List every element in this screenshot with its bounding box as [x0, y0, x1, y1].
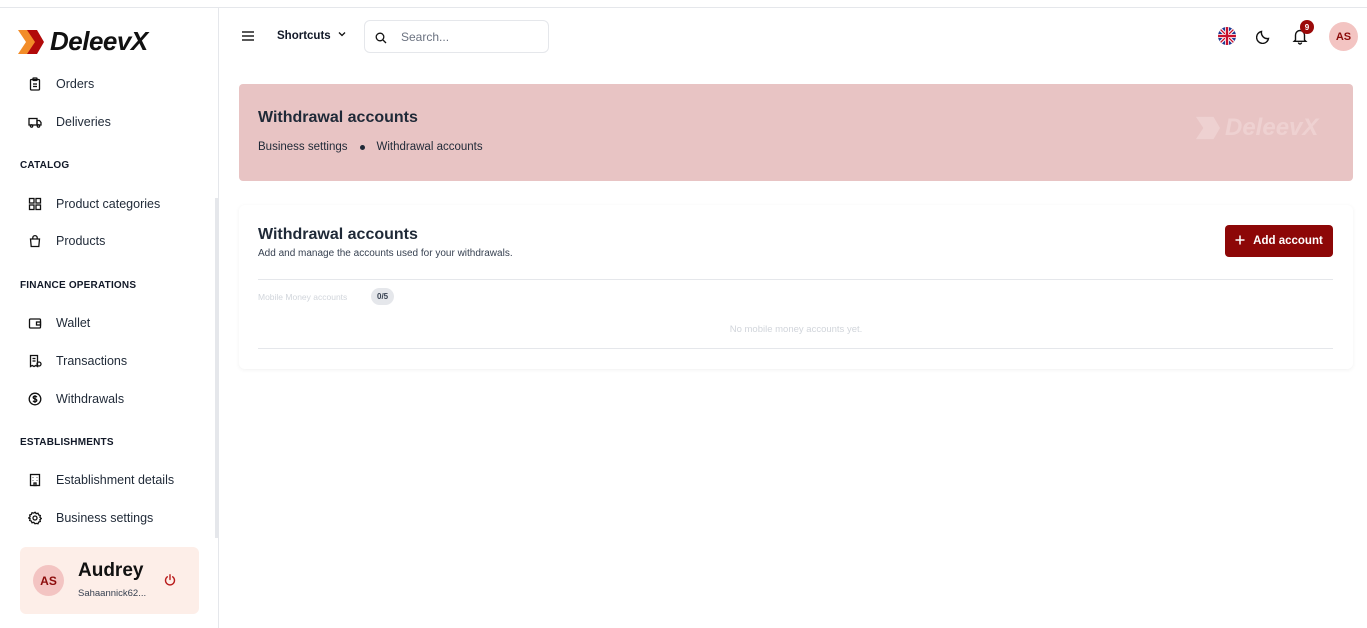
- avatar[interactable]: AS: [1329, 22, 1358, 51]
- power-icon[interactable]: [163, 573, 177, 587]
- section-heading-catalog: CATALOG: [20, 160, 70, 171]
- sidebar-item-label: Business settings: [56, 511, 154, 525]
- mobile-money-label: Mobile Money accounts: [258, 292, 348, 302]
- section-heading-finance: FINANCE OPERATIONS: [20, 280, 137, 291]
- brand-name: DeleevX: [50, 26, 148, 56]
- chevron-down-icon: [337, 29, 347, 42]
- dollar-circle-icon: [28, 392, 42, 406]
- user-email: Sahaannick62...: [78, 588, 147, 599]
- sidebar-item-orders[interactable]: Orders: [28, 74, 94, 94]
- sidebar-item-wallet[interactable]: Wallet: [28, 313, 90, 333]
- sidebar-item-deliveries[interactable]: Deliveries: [28, 112, 111, 132]
- card-subtitle: Add and manage the accounts used for you…: [258, 248, 513, 259]
- sidebar-item-label: Deliveries: [56, 115, 111, 129]
- withdrawal-accounts-card: Withdrawal accounts Add and manage the a…: [239, 205, 1353, 369]
- sidebar-item-products[interactable]: Products: [28, 231, 105, 251]
- user-profile-card[interactable]: AS Audrey Sahaannick62...: [20, 547, 199, 614]
- shortcuts-label: Shortcuts: [277, 29, 331, 42]
- mobile-money-count-badge: 0/5: [371, 288, 395, 305]
- sidebar-item-label: Product categories: [56, 197, 161, 211]
- uk-flag-icon[interactable]: [1218, 27, 1236, 45]
- divider: [258, 279, 1333, 280]
- search-icon: [375, 31, 387, 44]
- empty-state-message: No mobile money accounts yet.: [729, 324, 863, 335]
- sidebar-item-label: Products: [56, 234, 106, 248]
- hamburger-menu-icon[interactable]: [241, 29, 255, 43]
- plus-icon: [1235, 235, 1245, 248]
- sidebar-item-establishment-details[interactable]: Establishment details: [28, 470, 174, 490]
- breadcrumb-link-business-settings[interactable]: Business settings: [258, 141, 348, 153]
- truck-icon: [28, 115, 42, 129]
- brand-logo-icon: [18, 28, 44, 56]
- brand-logo[interactable]: DeleevX: [18, 26, 148, 57]
- breadcrumb: Business settings Withdrawal accounts: [258, 141, 483, 153]
- sidebar: DeleevX Orders Deliveries CATALOG Produc…: [0, 8, 219, 628]
- sidebar-item-business-settings[interactable]: Business settings: [28, 508, 153, 528]
- page-title: Withdrawal accounts: [258, 109, 418, 126]
- top-border: [0, 0, 1367, 8]
- brand-watermark-icon: [1196, 116, 1220, 140]
- receipt-icon: [28, 354, 42, 368]
- moon-icon[interactable]: [1255, 28, 1272, 45]
- add-account-button[interactable]: Add account: [1225, 225, 1333, 257]
- grid-icon: [28, 197, 42, 211]
- gear-icon: [28, 511, 42, 525]
- user-name: Audrey: [78, 560, 144, 581]
- breadcrumb-separator: [359, 144, 365, 150]
- sidebar-item-label: Wallet: [56, 316, 91, 330]
- sidebar-item-label: Transactions: [56, 354, 128, 368]
- notification-badge: 9: [1300, 20, 1314, 34]
- sidebar-item-withdrawals[interactable]: Withdrawals: [28, 389, 124, 409]
- sidebar-item-label: Orders: [56, 77, 95, 91]
- sidebar-item-product-categories[interactable]: Product categories: [28, 194, 160, 214]
- page-banner: Withdrawal accounts Business settings Wi…: [239, 84, 1353, 181]
- divider: [258, 348, 1333, 349]
- section-heading-establishments: ESTABLISHMENTS: [20, 437, 114, 448]
- brand-watermark-text: DeleevX: [1225, 114, 1319, 141]
- card-title: Withdrawal accounts: [258, 226, 418, 243]
- clipboard-icon: [28, 77, 42, 91]
- sidebar-item-transactions[interactable]: Transactions: [28, 351, 127, 371]
- sidebar-item-label: Establishment details: [56, 473, 175, 487]
- search-input[interactable]: [401, 28, 541, 46]
- brand-watermark: DeleevX: [1196, 114, 1318, 142]
- building-icon: [28, 473, 42, 487]
- breadcrumb-current: Withdrawal accounts: [376, 141, 483, 153]
- wallet-icon: [28, 316, 42, 330]
- search-box[interactable]: [364, 20, 549, 53]
- avatar: AS: [33, 565, 64, 596]
- shopping-bag-icon: [28, 234, 42, 248]
- sidebar-scrollbar[interactable]: [215, 198, 218, 538]
- add-account-label: Add account: [1253, 235, 1323, 247]
- shortcuts-dropdown[interactable]: Shortcuts: [277, 29, 347, 42]
- sidebar-item-label: Withdrawals: [56, 392, 125, 406]
